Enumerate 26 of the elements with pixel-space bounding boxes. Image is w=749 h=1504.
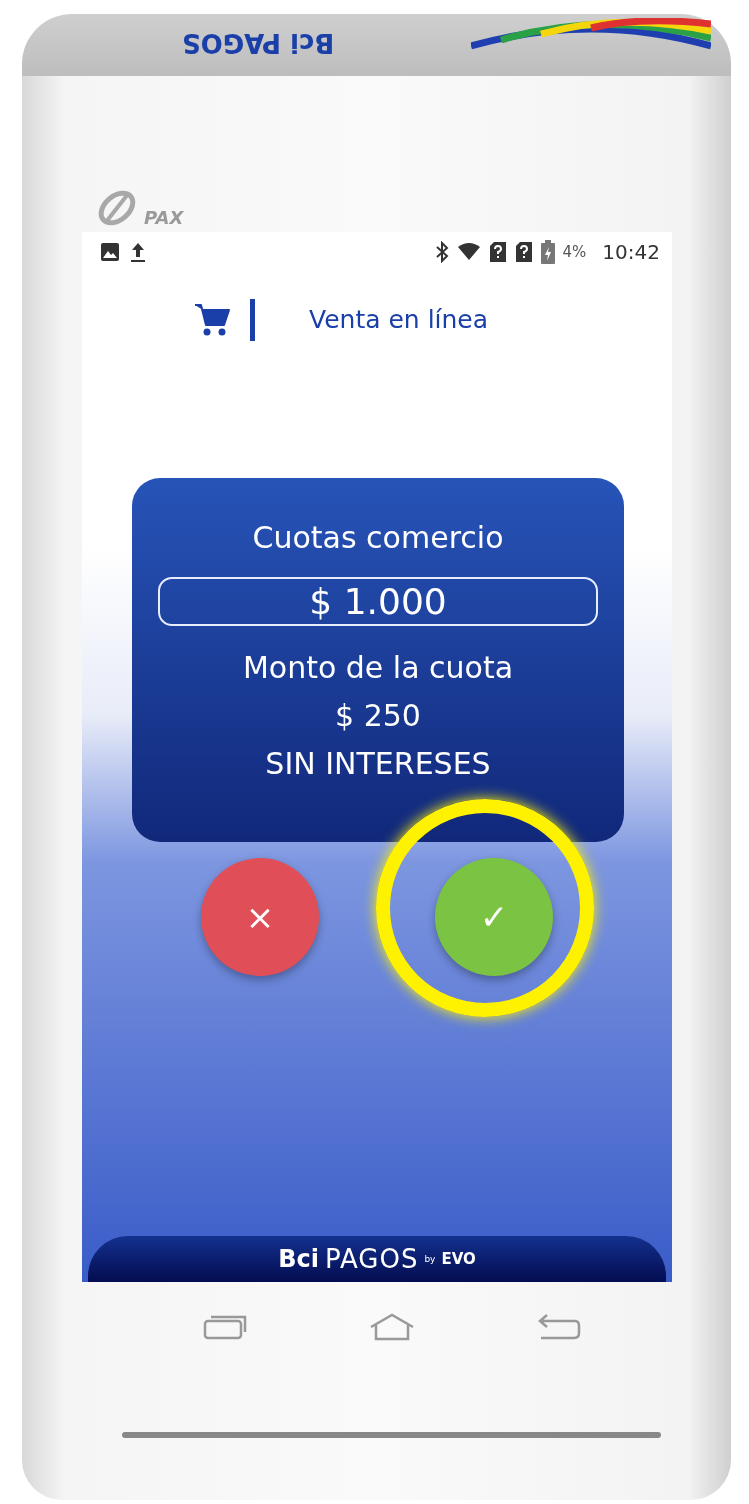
cancel-button[interactable]: ×	[201, 858, 319, 976]
installment-text: $ 250	[335, 697, 421, 735]
footer-product: PAGOS	[324, 1244, 419, 1274]
image-icon	[100, 242, 120, 262]
installment-text: SIN INTERESES	[265, 745, 491, 783]
bluetooth-icon	[434, 241, 449, 263]
footer-brand: Bci	[278, 1245, 319, 1273]
wifi-icon	[456, 243, 481, 261]
no-sim-icon	[488, 241, 507, 263]
device-print: Bci PAGOS	[182, 28, 335, 58]
clock: 10:42	[602, 240, 660, 264]
no-sim-icon	[514, 241, 533, 263]
battery-level: 4%	[562, 243, 587, 261]
cart-icon	[194, 302, 230, 337]
upload-icon	[128, 241, 148, 263]
amount-field: $ 1.000	[158, 577, 598, 626]
footer-partner: EVO	[441, 1250, 476, 1268]
device-brand: PAX	[144, 207, 184, 228]
footer-by: by	[424, 1254, 436, 1264]
confirm-button[interactable]: ✓	[435, 858, 553, 976]
screen-title: Venta en línea	[309, 305, 489, 334]
back-icon[interactable]	[536, 1313, 581, 1341]
installment-text: Monto de la cuota	[242, 649, 514, 687]
recent-apps-icon[interactable]	[202, 1314, 247, 1340]
card-title: Cuotas comercio	[252, 520, 504, 555]
battery-icon	[540, 240, 555, 264]
